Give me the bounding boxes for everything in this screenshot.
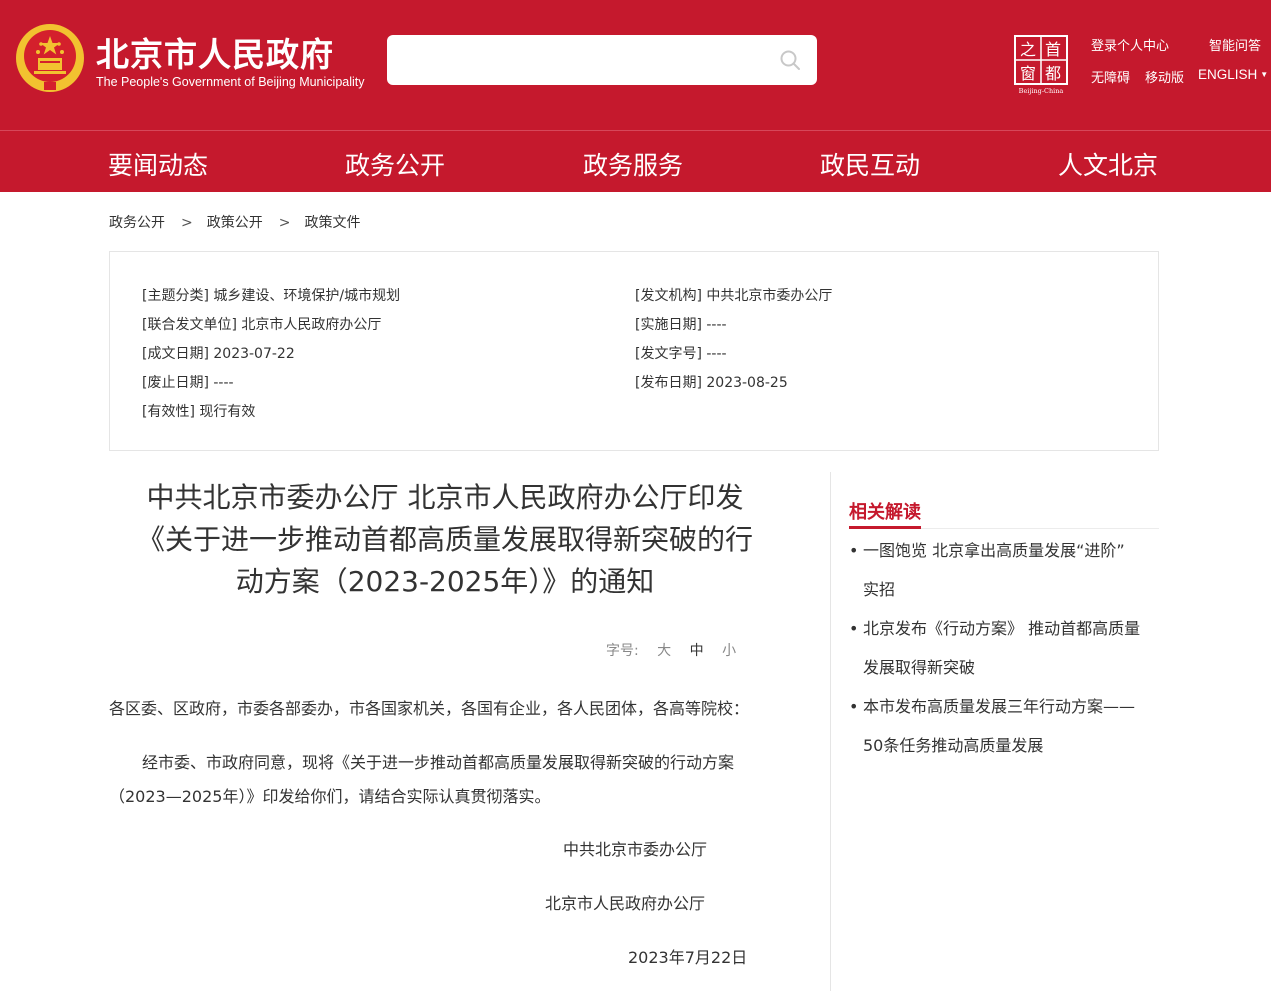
svg-text:窗: 窗 [1020,64,1036,83]
meta-abolish-date: [废止日期] ---- [142,375,234,391]
meta-topic: [主题分类] 城乡建设、环境保护/城市规划 [142,288,401,304]
article-body-line: （2023—2025年）》印发给你们，请结合实际认真贯彻落实。 [109,787,551,806]
font-size-medium[interactable]: 中 [690,643,704,659]
document-meta-box: [主题分类] 城乡建设、环境保护/城市规划 [联合发文单位] 北京市人民政府办公… [109,251,1159,451]
article-date: 2023年7月22日 [628,948,748,967]
related-link-text: 本市发布高质量发展三年行动方案—— [863,697,1136,716]
related-link-text: 发展取得新突破 [863,658,976,677]
breadcrumb-item[interactable]: 政策公开 [207,215,263,231]
meta-written-date: [成文日期] 2023-07-22 [142,346,295,362]
meta-issuing-agency: [发文机构] 中共北京市委办公厅 [635,288,833,304]
nav-item-interaction[interactable]: 政民互动 [820,146,920,182]
related-link-text: 北京发布《行动方案》 推动首都高质量 [863,619,1141,638]
svg-text:之: 之 [1020,40,1036,59]
svg-text:Beijing-China: Beijing-China [1019,87,1064,95]
mobile-version-link[interactable]: 移动版 [1145,67,1184,86]
smart-qa-link[interactable]: 智能问答 [1209,35,1261,54]
meta-effective-date: [实施日期] ---- [635,317,727,333]
svg-text:都: 都 [1045,64,1061,83]
site-subtitle: The People's Government of Beijing Munic… [96,75,365,89]
caret-down-icon: ▼ [1260,70,1269,79]
main-nav: 要闻动态 政务公开 政务服务 政民互动 人文北京 [0,130,1271,192]
english-language-link[interactable]: ENGLISH ▼ [1198,67,1268,82]
font-size-large[interactable]: 大 [657,643,671,659]
english-label: ENGLISH [1198,67,1258,82]
article-title-line: 中共北京市委办公厅 北京市人民政府办公厅印发 [146,481,744,514]
related-link[interactable]: • 本市发布高质量发展三年行动方案—— 50条任务推动高质量发展 [849,687,1159,765]
breadcrumb-separator: > [181,215,193,231]
site-title[interactable]: 北京市人民政府 [96,28,334,76]
nav-item-culture[interactable]: 人文北京 [1058,146,1158,182]
national-emblem-icon[interactable] [14,22,86,94]
font-size-small[interactable]: 小 [722,643,736,659]
column-divider [830,472,831,991]
capital-window-logo-icon[interactable]: 之 首 窗 都 Beijing-China [1012,34,1070,96]
article-body-line: 经市委、市政府同意，现将《关于进一步推动首都高质量发展取得新突破的行动方案 [142,753,735,772]
font-size-label: 字号: [606,643,639,659]
breadcrumb-item[interactable]: 政务公开 [109,215,165,231]
related-link-text: 50条任务推动高质量发展 [863,736,1044,755]
breadcrumb-item[interactable]: 政策文件 [304,215,360,231]
font-size-switcher: 字号: 大 中 小 [606,640,750,660]
article-signature: 北京市人民政府办公厅 [545,894,706,913]
nav-item-gov-affairs-open[interactable]: 政务公开 [345,146,445,182]
article-salutation: 各区委、区政府，市委各部委办，市各国家机关，各国有企业，各人民团体，各高等院校： [109,699,750,718]
article-signature: 中共北京市委办公厅 [563,840,708,859]
meta-validity: [有效性] 现行有效 [142,404,256,420]
site-header: 北京市人民政府 The People's Government of Beiji… [0,0,1271,130]
breadcrumb: 政务公开 > 政策公开 > 政策文件 [109,212,360,232]
article-title-line: 动方案（2023-2025年）》的通知 [235,565,655,598]
nav-item-news[interactable]: 要闻动态 [108,146,208,182]
bullet-icon: • [849,541,859,560]
search-icon[interactable] [779,49,801,71]
article-title: 中共北京市委办公厅 北京市人民政府办公厅印发 《关于进一步推动首都高质量发展取得… [109,477,781,603]
related-link[interactable]: • 北京发布《行动方案》 推动首都高质量 发展取得新突破 [849,609,1159,687]
article-title-line: 《关于进一步推动首都高质量发展取得新突破的行 [136,523,753,556]
meta-publish-date: [发布日期] 2023-08-25 [635,375,788,391]
nav-item-gov-services[interactable]: 政务服务 [583,146,683,182]
bullet-icon: • [849,619,859,638]
login-link[interactable]: 登录个人中心 [1091,35,1169,54]
breadcrumb-separator: > [278,215,291,231]
bullet-icon: • [849,697,859,716]
related-link-text: 一图饱览 北京拿出高质量发展“进阶” [863,541,1125,560]
accessibility-link[interactable]: 无障碍 [1091,67,1130,86]
search-input[interactable] [387,35,817,85]
related-link-text: 实招 [863,580,896,599]
svg-text:首: 首 [1045,40,1061,59]
related-link[interactable]: • 一图饱览 北京拿出高质量发展“进阶” 实招 [849,531,1159,609]
meta-joint-issuer: [联合发文单位] 北京市人民政府办公厅 [142,317,382,333]
meta-document-number: [发文字号] ---- [635,346,727,362]
related-interpretations-title: 相关解读 [849,498,921,529]
